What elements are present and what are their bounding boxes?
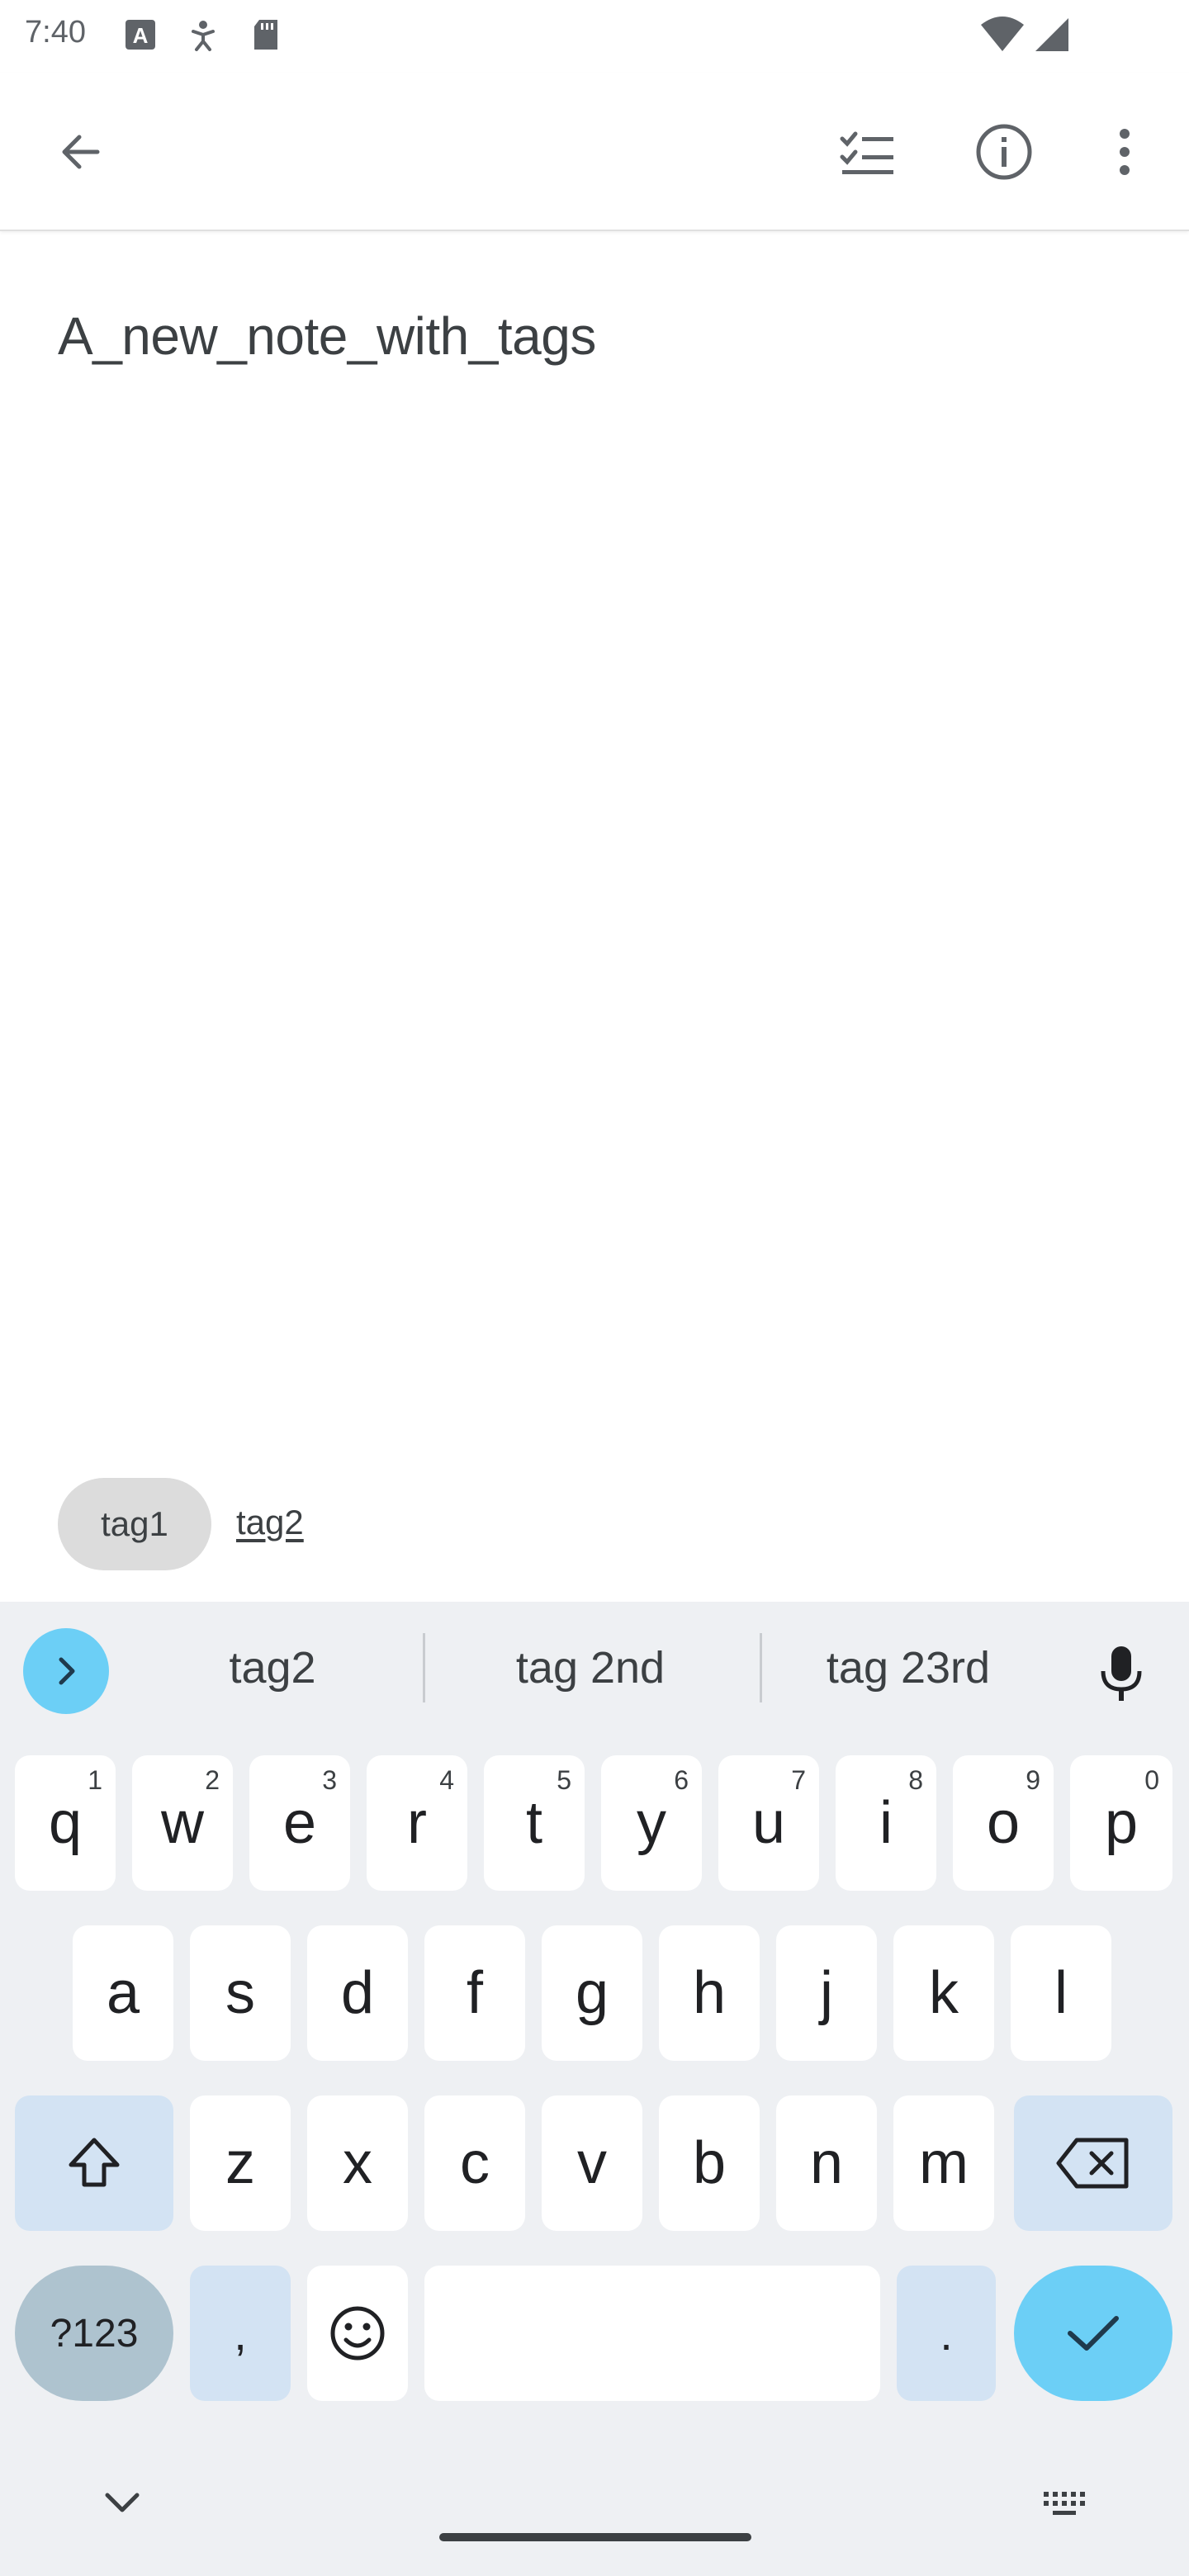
suggestion-2[interactable]: tag 2nd — [462, 1635, 718, 1701]
suggestion-strip: tag2 tag 2nd tag 23rd — [0, 1602, 1189, 1734]
key-c[interactable]: c — [424, 2095, 525, 2231]
svg-text:A: A — [133, 23, 149, 48]
key-label: y — [637, 1790, 666, 1856]
info-button[interactable] — [964, 112, 1044, 192]
key-m[interactable]: m — [893, 2095, 994, 2231]
key-label: o — [986, 1790, 1021, 1856]
key-hint: 6 — [674, 1765, 689, 1795]
key-label: e — [282, 1790, 317, 1856]
check-icon — [1068, 2316, 1119, 2351]
sd-card-icon — [249, 18, 282, 55]
period-key[interactable]: . — [897, 2266, 996, 2401]
key-q[interactable]: q1 — [15, 1755, 116, 1891]
symbols-key[interactable]: ?123 — [15, 2266, 173, 2401]
keyboard-icon — [1044, 2492, 1085, 2515]
key-z[interactable]: z — [190, 2095, 291, 2231]
microphone-icon — [1101, 1646, 1142, 1701]
key-label: w — [161, 1790, 204, 1856]
key-hint: 5 — [557, 1765, 571, 1795]
key-hint: 2 — [205, 1765, 220, 1795]
comma-key[interactable]: , — [190, 2266, 291, 2401]
arrow-back-icon — [62, 135, 100, 169]
key-label: u — [751, 1790, 786, 1856]
key-s[interactable]: s — [190, 1925, 291, 2061]
shift-key[interactable] — [15, 2095, 173, 2231]
suggestion-3[interactable]: tag 23rd — [784, 1635, 1032, 1701]
key-n[interactable]: n — [776, 2095, 877, 2231]
key-hint: 3 — [322, 1765, 337, 1795]
key-label: q — [48, 1790, 83, 1856]
emoji-icon — [330, 2306, 385, 2361]
accessibility-icon — [187, 18, 220, 55]
key-l[interactable]: l — [1011, 1925, 1111, 2061]
key-b[interactable]: b — [659, 2095, 760, 2231]
key-r[interactable]: r4 — [367, 1755, 467, 1891]
key-t[interactable]: t5 — [484, 1755, 585, 1891]
suggestion-divider — [423, 1633, 425, 1702]
expand-toolbar-button[interactable] — [23, 1628, 109, 1714]
tag-input[interactable]: tag2 — [236, 1503, 304, 1542]
key-e[interactable]: e3 — [249, 1755, 350, 1891]
key-hint: 1 — [88, 1765, 102, 1795]
done-key[interactable] — [1014, 2266, 1172, 2401]
suggestion-divider — [760, 1633, 762, 1702]
more-options-button[interactable] — [1085, 112, 1164, 192]
key-j[interactable]: j — [776, 1925, 877, 2061]
key-label: t — [525, 1790, 542, 1856]
key-a[interactable]: a — [73, 1925, 173, 2061]
backspace-key[interactable] — [1014, 2095, 1172, 2231]
key-label: p — [1104, 1790, 1139, 1856]
wifi-icon — [979, 15, 1026, 59]
key-o[interactable]: o9 — [953, 1755, 1054, 1891]
key-hint: 7 — [791, 1765, 806, 1795]
back-button[interactable] — [41, 112, 121, 192]
key-v[interactable]: v — [542, 2095, 642, 2231]
space-key[interactable] — [424, 2266, 880, 2401]
checklist-icon — [840, 131, 893, 174]
switch-keyboard-button[interactable] — [1042, 2488, 1090, 2522]
voice-input-button[interactable] — [1082, 1635, 1161, 1714]
key-hint: 9 — [1026, 1765, 1040, 1795]
key-k[interactable]: k — [893, 1925, 994, 2061]
key-g[interactable]: g — [542, 1925, 642, 2061]
tag-chip[interactable]: tag1 — [58, 1478, 211, 1570]
app-bar — [0, 73, 1189, 231]
key-p[interactable]: p0 — [1070, 1755, 1172, 1891]
chevron-right-icon — [59, 1657, 75, 1685]
key-label: r — [407, 1790, 427, 1856]
key-label: i — [879, 1790, 893, 1856]
key-i[interactable]: i8 — [836, 1755, 936, 1891]
info-icon — [976, 124, 1032, 180]
key-h[interactable]: h — [659, 1925, 760, 2061]
more-vert-icon — [1120, 129, 1130, 175]
key-f[interactable]: f — [424, 1925, 525, 2061]
key-hint: 8 — [908, 1765, 923, 1795]
emoji-key[interactable] — [307, 2266, 408, 2401]
keyboard: tag2 tag 2nd tag 23rd q1 w2 e3 r4 t5 y6 … — [0, 1602, 1189, 2576]
key-d[interactable]: d — [307, 1925, 408, 2061]
key-x[interactable]: x — [307, 2095, 408, 2231]
status-time: 7:40 — [25, 15, 86, 50]
suggestion-1[interactable]: tag2 — [149, 1635, 396, 1701]
backspace-icon — [1056, 2138, 1129, 2189]
note-title[interactable]: A_new_note_with_tags — [58, 305, 596, 367]
key-u[interactable]: u7 — [718, 1755, 819, 1891]
key-y[interactable]: y6 — [601, 1755, 702, 1891]
checklist-button[interactable] — [827, 112, 907, 192]
key-w[interactable]: w2 — [132, 1755, 233, 1891]
hide-keyboard-button[interactable] — [102, 2490, 142, 2519]
status-bar: 7:40 A — [0, 0, 1189, 73]
key-hint: 4 — [439, 1765, 454, 1795]
chevron-down-icon — [105, 2493, 140, 2512]
shift-icon — [69, 2138, 120, 2187]
home-indicator[interactable] — [439, 2533, 751, 2541]
navigation-bar — [0, 2460, 1189, 2576]
key-hint: 0 — [1144, 1765, 1159, 1795]
text-format-icon: A — [124, 18, 157, 55]
signal-icon — [1032, 15, 1072, 59]
